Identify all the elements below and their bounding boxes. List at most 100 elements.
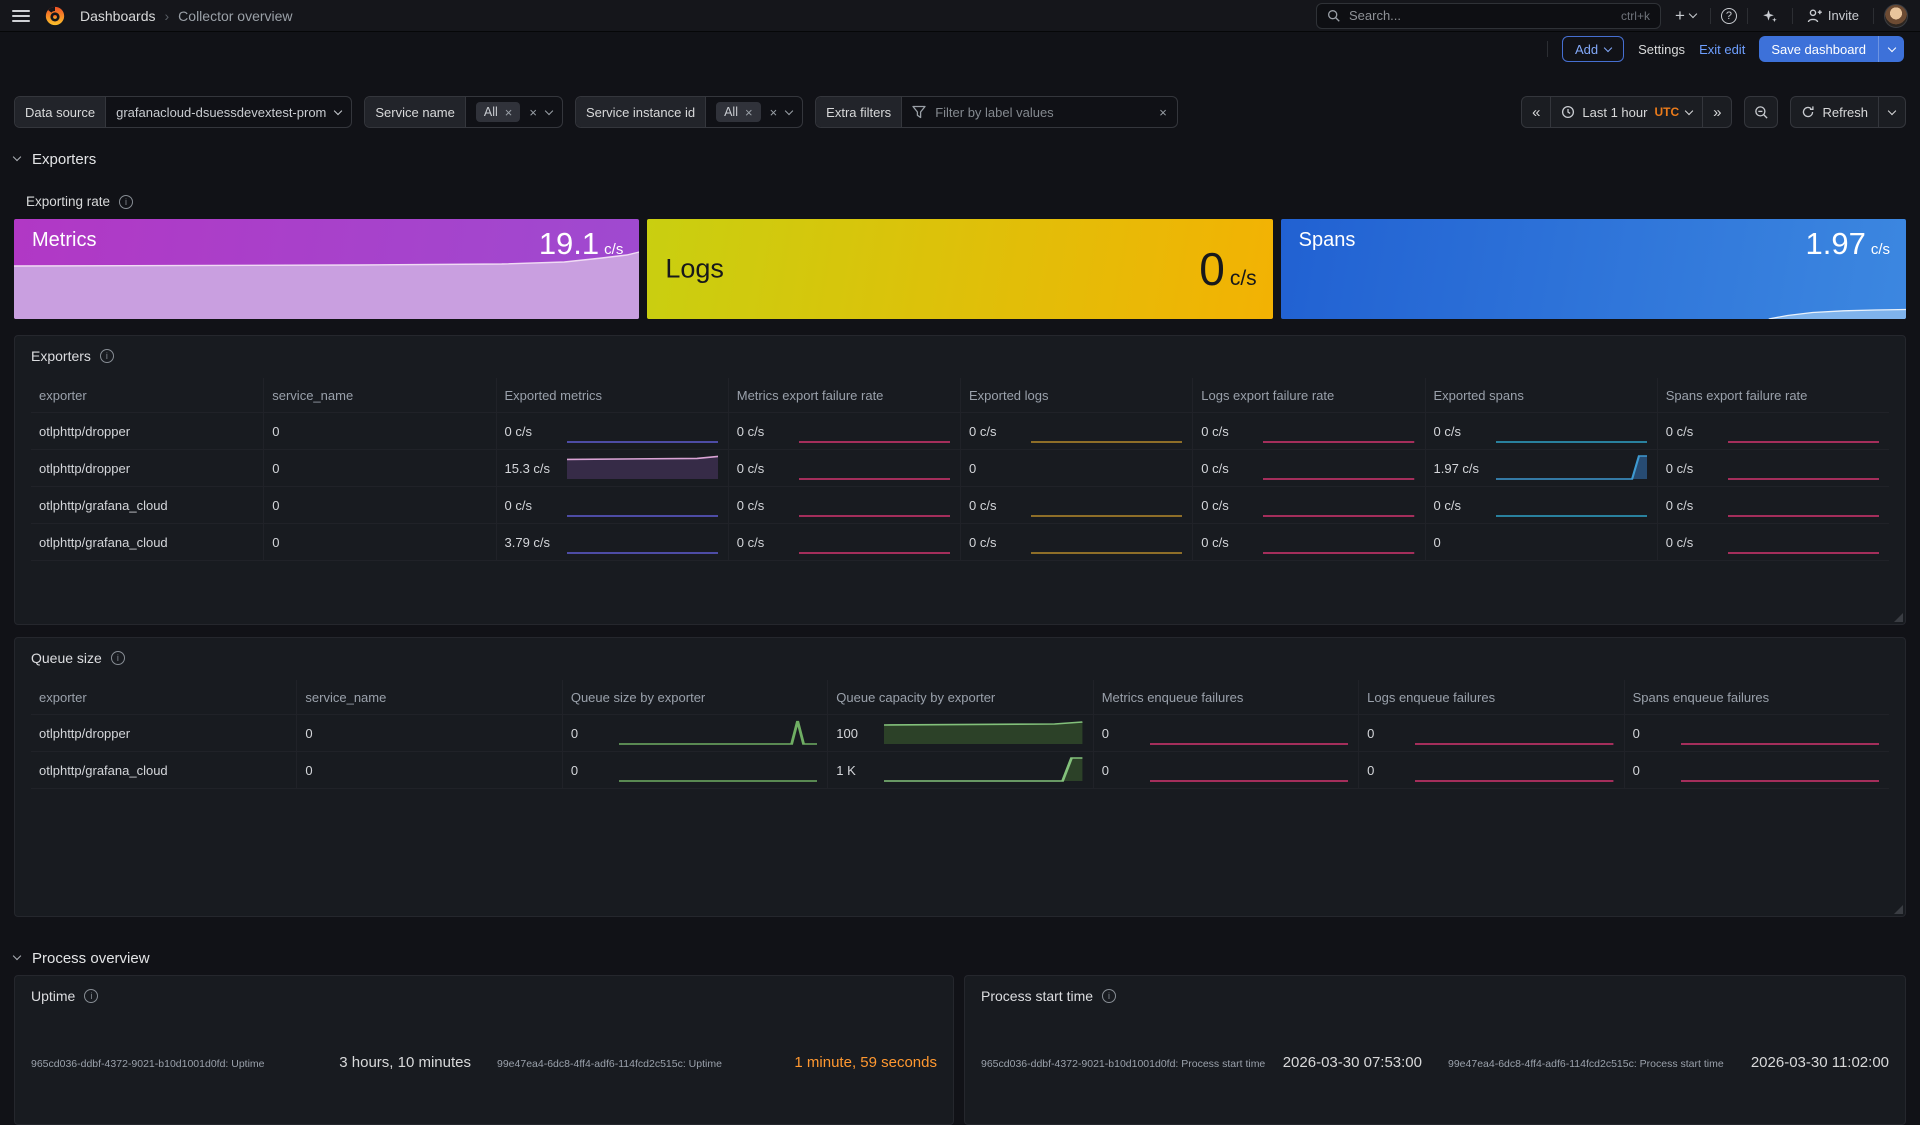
zoom-out-icon	[1754, 105, 1769, 120]
refresh-interval-button[interactable]	[1878, 97, 1905, 127]
service-instance-filter[interactable]: Service instance id All × ×	[575, 96, 803, 128]
save-dashboard-button[interactable]: Save dashboard	[1759, 36, 1878, 62]
chevron-down-icon	[1604, 43, 1612, 51]
column-header[interactable]: exporter	[31, 680, 296, 714]
column-header[interactable]: Exported logs	[960, 378, 1192, 412]
sparkline	[567, 527, 718, 557]
exporting-rate-panels: Metrics 19.1c/s Logs 0c/s Spans 1.97c/s	[14, 219, 1906, 319]
search-input[interactable]	[1349, 8, 1613, 23]
series-value: 1 minute, 59 seconds	[794, 1054, 937, 1071]
breadcrumb-dashboards[interactable]: Dashboards	[80, 8, 156, 24]
clear-filter-icon[interactable]: ×	[770, 106, 778, 119]
table-cell: 0	[562, 752, 827, 788]
column-header[interactable]: Queue capacity by exporter	[827, 680, 1092, 714]
help-icon[interactable]: ?	[1721, 8, 1737, 24]
column-header[interactable]: Metrics export failure rate	[728, 378, 960, 412]
column-header[interactable]: service_name	[296, 680, 561, 714]
chevron-down-icon	[1887, 43, 1895, 51]
extra-filters-label: Extra filters	[816, 97, 902, 127]
zoom-out-button[interactable]	[1744, 96, 1778, 128]
table-cell: 0	[1425, 524, 1657, 560]
add-new-button[interactable]: +	[1671, 7, 1700, 24]
clear-filter-icon[interactable]: ×	[1159, 106, 1167, 119]
clear-filter-icon[interactable]: ×	[529, 106, 537, 119]
section-process-overview[interactable]: Process overview	[14, 947, 1906, 969]
section-title: Exporters	[32, 151, 96, 168]
sparkline	[799, 527, 950, 557]
save-options-button[interactable]	[1878, 36, 1904, 62]
save-dashboard-split-button: Save dashboard	[1759, 36, 1904, 62]
stat-panel-spans[interactable]: Spans 1.97c/s	[1281, 219, 1906, 319]
sparkline	[1415, 718, 1613, 748]
series-value: 3 hours, 10 minutes	[339, 1054, 471, 1071]
table-cell: otlphttp/dropper	[31, 413, 263, 449]
table-cell: 0	[1358, 752, 1623, 788]
table-cell: 0	[263, 524, 495, 560]
grafana-logo-icon[interactable]	[44, 5, 66, 27]
info-icon[interactable]: i	[119, 195, 133, 209]
plus-icon: +	[1675, 7, 1685, 24]
info-icon[interactable]: i	[84, 989, 98, 1003]
label-filter-input[interactable]	[935, 105, 1150, 120]
menu-icon[interactable]	[12, 10, 30, 22]
info-icon[interactable]: i	[111, 651, 125, 665]
table-cell: 0 c/s	[1657, 413, 1889, 449]
remove-value-icon[interactable]: ×	[745, 106, 753, 119]
column-header[interactable]: Logs enqueue failures	[1358, 680, 1623, 714]
panel-title[interactable]: Process start time i	[965, 976, 1905, 1012]
info-icon[interactable]: i	[1102, 989, 1116, 1003]
ai-assistant-button[interactable]	[1758, 8, 1782, 24]
column-header[interactable]: Metrics enqueue failures	[1093, 680, 1358, 714]
series-name: 965cd036-ddbf-4372-9021-b10d1001d0fd: Pr…	[981, 1058, 1265, 1070]
time-range-picker[interactable]: Last 1 hour UTC	[1550, 97, 1702, 127]
service-instance-chip[interactable]: All ×	[716, 102, 761, 122]
panel-title[interactable]: Uptime i	[15, 976, 953, 1012]
time-shift-forward-button[interactable]: »	[1702, 97, 1731, 127]
panel-title[interactable]: Exporters i	[15, 336, 1905, 372]
panel-title[interactable]: Queue size i	[15, 638, 1905, 674]
invite-label: Invite	[1828, 8, 1859, 23]
stat-label: Metrics	[32, 229, 96, 252]
table-cell: 0	[1624, 752, 1889, 788]
column-header[interactable]: Logs export failure rate	[1192, 378, 1424, 412]
settings-button[interactable]: Settings	[1638, 42, 1685, 57]
service-name-chip[interactable]: All ×	[476, 102, 521, 122]
sparkline	[1681, 718, 1879, 748]
stat-panel-metrics[interactable]: Metrics 19.1c/s	[14, 219, 639, 319]
table-cell: 0	[1093, 752, 1358, 788]
chevron-down-icon	[13, 153, 21, 161]
table-cell: 0	[296, 752, 561, 788]
search-bar[interactable]: ctrl+k	[1316, 3, 1661, 29]
sparkline	[1496, 453, 1647, 483]
stat-panel-logs[interactable]: Logs 0c/s	[647, 219, 1272, 319]
process-start-time-panel: Process start time i 965cd036-ddbf-4372-…	[964, 975, 1906, 1125]
table-cell: 0	[1093, 715, 1358, 751]
add-panel-button[interactable]: Add	[1562, 36, 1624, 62]
data-source-picker[interactable]: Data source grafanacloud-dsuessdevextest…	[14, 96, 352, 128]
info-icon[interactable]: i	[100, 349, 114, 363]
column-header[interactable]: Spans enqueue failures	[1624, 680, 1889, 714]
edit-toolbar: Add Settings Exit edit Save dashboard	[0, 32, 1920, 66]
column-header[interactable]: Exported metrics	[496, 378, 728, 412]
invite-button[interactable]: Invite	[1803, 8, 1863, 24]
user-avatar[interactable]	[1884, 4, 1908, 28]
table-header-row: exporterservice_nameExported metricsMetr…	[31, 378, 1889, 412]
column-header[interactable]: exporter	[31, 378, 263, 412]
exit-edit-button[interactable]: Exit edit	[1699, 42, 1745, 57]
column-header[interactable]: Queue size by exporter	[562, 680, 827, 714]
column-header[interactable]: Exported spans	[1425, 378, 1657, 412]
service-instance-label: Service instance id	[576, 97, 706, 127]
section-exporters[interactable]: Exporters	[14, 148, 1906, 170]
table-cell: otlphttp/grafana_cloud	[31, 487, 263, 523]
table-cell: 0 c/s	[496, 487, 728, 523]
time-shift-back-button[interactable]: «	[1522, 97, 1550, 127]
column-header[interactable]: Spans export failure rate	[1657, 378, 1889, 412]
service-name-filter[interactable]: Service name All × ×	[364, 96, 563, 128]
column-header[interactable]: service_name	[263, 378, 495, 412]
refresh-button[interactable]: Refresh	[1791, 97, 1878, 127]
table-cell: 0 c/s	[1657, 487, 1889, 523]
remove-value-icon[interactable]: ×	[505, 106, 513, 119]
extra-filters-group[interactable]: Extra filters ×	[815, 96, 1178, 128]
table-cell: 0 c/s	[960, 413, 1192, 449]
table-cell: 0	[562, 715, 827, 751]
